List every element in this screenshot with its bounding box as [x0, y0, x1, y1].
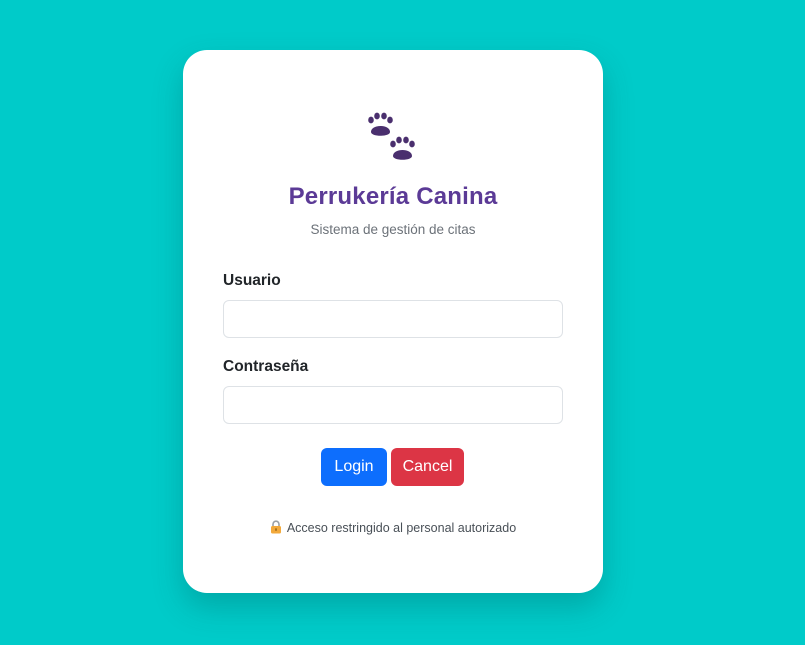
paw-prints-icon	[368, 112, 415, 160]
cancel-button[interactable]: Cancel	[391, 448, 464, 486]
password-label: Contraseña	[223, 358, 309, 375]
username-label: Usuario	[223, 272, 281, 289]
lock-icon	[270, 520, 281, 534]
username-input[interactable]	[223, 300, 563, 338]
password-input[interactable]	[223, 386, 563, 424]
login-button[interactable]: Login	[321, 448, 387, 486]
app-subtitle: Sistema de gestión de citas	[310, 222, 476, 237]
access-notice: Acceso restringido al personal autorizad…	[183, 520, 603, 535]
access-notice-text: Acceso restringido al personal autorizad…	[286, 521, 517, 535]
app-title: Perrukería Canina	[288, 183, 498, 210]
login-card: Perrukería Canina Sistema de gestión de …	[183, 50, 603, 593]
